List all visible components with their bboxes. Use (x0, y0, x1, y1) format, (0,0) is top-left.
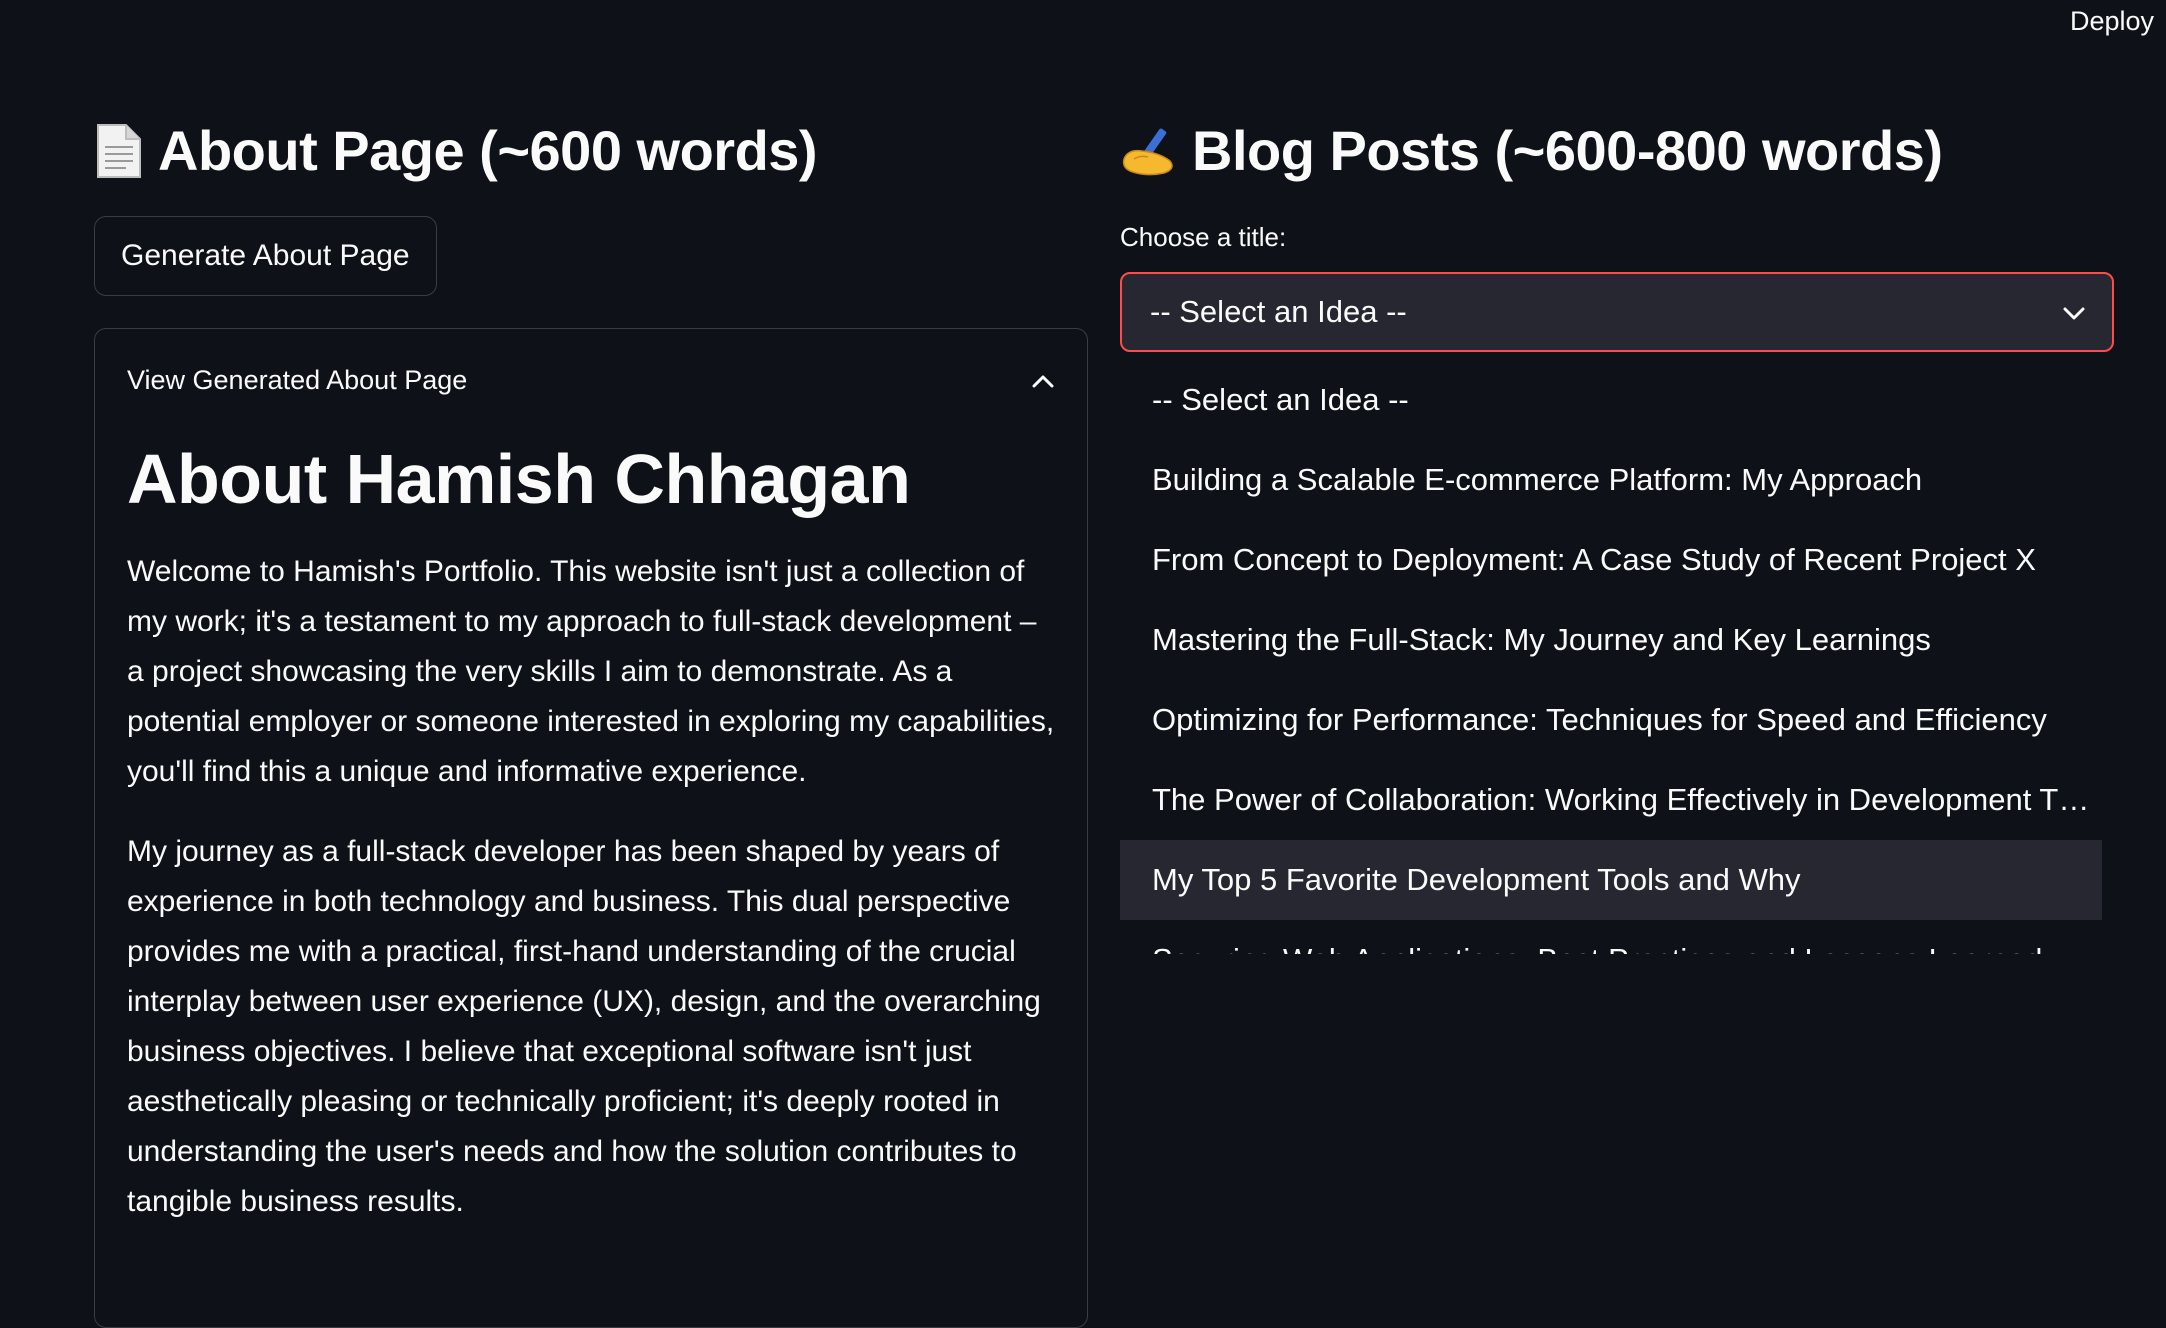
chevron-up-icon (1031, 365, 1055, 396)
blog-heading: Blog Posts (~600-800 words) (1120, 118, 1943, 183)
select-value: -- Select an Idea -- (1150, 294, 1407, 329)
dropdown-option[interactable]: Securing Web Applications: Best Practice… (1120, 920, 2102, 954)
dropdown-option[interactable]: Optimizing for Performance: Techniques f… (1120, 680, 2102, 760)
expander-header[interactable]: View Generated About Page (127, 355, 1055, 405)
expander-label: View Generated About Page (127, 364, 468, 395)
blog-heading-text: Blog Posts (~600-800 words) (1192, 119, 1943, 182)
generate-about-button[interactable]: Generate About Page (94, 216, 437, 296)
about-heading: About Page (~600 words) (94, 118, 818, 183)
title-select[interactable]: -- Select an Idea -- (1120, 272, 2114, 352)
top-bar: Deploy (0, 0, 2166, 60)
dropdown-option[interactable]: The Power of Collaboration: Working Effe… (1120, 760, 2102, 840)
expander-body: About Hamish Chhagan Welcome to Hamish's… (127, 439, 1057, 1257)
dropdown-option[interactable]: From Concept to Deployment: A Case Study… (1120, 520, 2102, 600)
deploy-button[interactable]: Deploy (2070, 6, 2154, 37)
chevron-down-icon (2062, 294, 2086, 330)
writing-hand-icon (1120, 125, 1178, 177)
page-icon (94, 123, 144, 179)
about-heading-text: About Page (~600 words) (158, 119, 818, 182)
about-expander: View Generated About Page About Hamish C… (94, 328, 1088, 1328)
choose-title-label: Choose a title: (1120, 222, 1287, 252)
about-paragraph: My journey as a full-stack developer has… (127, 835, 1041, 1218)
dropdown-option[interactable]: Mastering the Full-Stack: My Journey and… (1120, 600, 2102, 680)
select-dropdown-menu: -- Select an Idea -- Building a Scalable… (1120, 360, 2102, 954)
dropdown-option-highlighted[interactable]: My Top 5 Favorite Development Tools and … (1120, 840, 2102, 920)
about-paragraph: Welcome to Hamish's Portfolio. This webs… (127, 555, 1055, 788)
dropdown-option[interactable]: -- Select an Idea -- (1120, 360, 2102, 440)
about-title: About Hamish Chhagan (127, 440, 911, 518)
dropdown-option[interactable]: Building a Scalable E-commerce Platform:… (1120, 440, 2102, 520)
